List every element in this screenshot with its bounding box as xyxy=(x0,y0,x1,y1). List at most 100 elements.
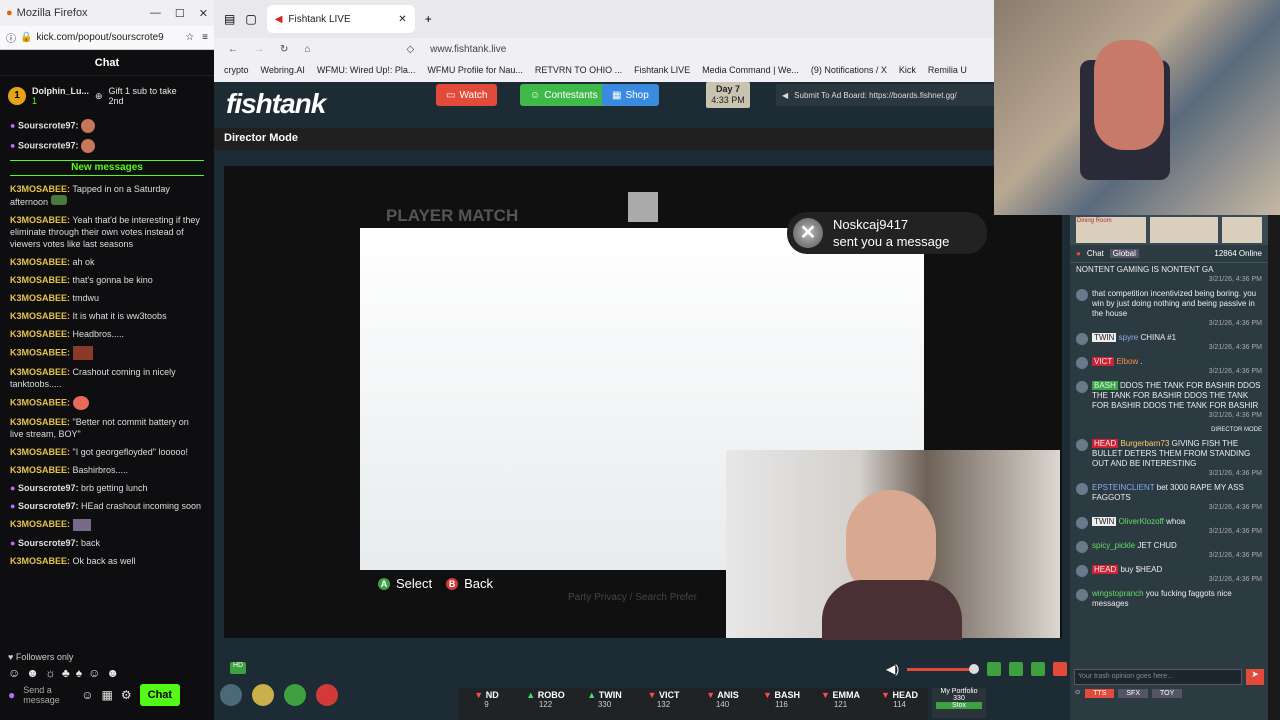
stock-item[interactable]: ▲ ROBO 122 xyxy=(521,690,570,718)
chat-username[interactable]: K3MOSABEE: xyxy=(10,556,70,566)
room-dining[interactable]: Dining Room xyxy=(1076,217,1146,243)
avatar[interactable] xyxy=(1076,333,1088,345)
chat-username[interactable]: spyre xyxy=(1119,333,1139,342)
stocks-icon[interactable] xyxy=(284,684,306,706)
contestants-button[interactable]: ☺ Contestants xyxy=(520,84,608,106)
chat-username[interactable]: K3MOSABEE: xyxy=(10,184,70,194)
forward-icon[interactable]: → xyxy=(254,44,264,55)
bookmark-item[interactable]: RETVRN TO OHIO ... xyxy=(535,65,622,75)
chat-username[interactable]: K3MOSABEE: xyxy=(10,397,70,407)
avatar[interactable] xyxy=(1076,357,1088,369)
clip-icon[interactable] xyxy=(987,662,1002,676)
emoji-icon[interactable]: ☺ xyxy=(1074,689,1081,698)
chat-username[interactable]: K3MOSABEE: xyxy=(10,215,70,225)
chat-username[interactable]: spicy_pickle xyxy=(1092,541,1135,550)
volume-icon[interactable]: ◀) xyxy=(886,662,899,676)
settings-icon[interactable] xyxy=(220,684,242,706)
toy-button[interactable]: TOY xyxy=(1152,689,1183,698)
chat-send-button[interactable]: Chat xyxy=(139,684,181,706)
emote-icon[interactable]: ♣ xyxy=(62,666,70,680)
chat-username[interactable]: Sourscrote97: xyxy=(18,120,79,130)
new-tab-icon[interactable]: + xyxy=(425,12,432,26)
avatar[interactable] xyxy=(1076,483,1088,495)
avatar[interactable] xyxy=(1076,565,1088,577)
bookmark-item[interactable]: Fishtank LIVE xyxy=(634,65,690,75)
emote-icon[interactable]: ☼ xyxy=(45,666,56,680)
sfx-button[interactable]: SFX xyxy=(1118,689,1149,698)
bookmark-item[interactable]: Remilia U xyxy=(928,65,967,75)
emote-icon[interactable]: ☺ xyxy=(8,666,20,680)
chat-username[interactable]: Sourscrote97: xyxy=(18,538,79,548)
close-icon[interactable]: ✕ xyxy=(199,7,208,20)
stox-button[interactable]: Stox xyxy=(936,702,982,709)
tab-list-icon[interactable]: ▤ xyxy=(224,12,235,26)
chat-username[interactable]: Sourscrote97: xyxy=(18,140,79,150)
chat-username[interactable]: K3MOSABEE: xyxy=(10,311,70,321)
maximize-icon[interactable]: ☐ xyxy=(175,7,185,20)
volume-knob[interactable] xyxy=(969,664,980,674)
chat-username[interactable]: K3MOSABEE: xyxy=(10,293,70,303)
room-other[interactable] xyxy=(1222,217,1262,243)
chat-username[interactable]: Burgerbarn73 xyxy=(1120,439,1169,448)
stock-item[interactable]: ▼ BASH 116 xyxy=(757,690,806,718)
stock-item[interactable]: ▼ EMMA 121 xyxy=(816,690,865,718)
emote-icon[interactable]: ♠ xyxy=(76,666,82,680)
avatar[interactable] xyxy=(1076,589,1088,601)
chat-username[interactable]: K3MOSABEE: xyxy=(10,275,70,285)
tab-fishtank[interactable]: ◀ Fishtank LIVE ✕ xyxy=(266,5,415,33)
store-icon[interactable]: ▦ xyxy=(102,688,113,702)
room-map[interactable]: Dining Room xyxy=(1070,215,1268,245)
stock-item[interactable]: ▼ VICT 132 xyxy=(639,690,688,718)
send-icon[interactable]: ➤ xyxy=(1246,669,1264,685)
avatar[interactable] xyxy=(1076,289,1088,301)
close-tab-icon[interactable]: ✕ xyxy=(398,14,406,25)
emote-icon[interactable]: ☺ xyxy=(88,666,100,680)
kick-url[interactable]: kick.com/popout/sourscrote9 xyxy=(36,32,163,43)
avatar[interactable] xyxy=(1076,381,1088,393)
volume-slider[interactable] xyxy=(907,667,974,671)
avatar[interactable] xyxy=(1076,439,1088,451)
chat-username[interactable]: wingstopranch xyxy=(1092,589,1144,598)
portfolio-widget[interactable]: My Portfolio 330 Stox xyxy=(932,688,986,718)
fullscreen-icon[interactable] xyxy=(1031,662,1046,676)
menu-icon[interactable]: ≡ xyxy=(202,32,208,43)
page-url[interactable]: www.fishtank.live xyxy=(430,44,506,55)
bookmark-item[interactable]: (9) Notifications / X xyxy=(811,65,887,75)
star-icon[interactable]: ☆ xyxy=(185,32,194,43)
kick-urlbar[interactable]: ⓘ 🔒 kick.com/popout/sourscrote9 ☆ ≡ xyxy=(0,26,214,50)
reload-icon[interactable]: ↻ xyxy=(280,44,288,55)
chat-username[interactable]: K3MOSABEE: xyxy=(10,417,70,427)
emote-icon[interactable]: ☻ xyxy=(26,666,39,680)
chat-username[interactable]: Sourscrote97: xyxy=(18,501,79,511)
coins-icon[interactable] xyxy=(252,684,274,706)
tab-overview-icon[interactable]: ▢ xyxy=(245,12,256,26)
info-icon[interactable]: ⓘ xyxy=(6,30,16,45)
chat-username[interactable]: K3MOSABEE: xyxy=(10,367,70,377)
settings-icon[interactable]: ⚙ xyxy=(121,688,132,702)
bookmark-item[interactable]: crypto xyxy=(224,65,249,75)
emote-icon[interactable]: ☻ xyxy=(106,666,119,680)
avatar[interactable] xyxy=(1076,517,1088,529)
chat-username[interactable]: K3MOSABEE: xyxy=(10,257,70,267)
bookmark-item[interactable]: Kick xyxy=(899,65,916,75)
audio-icon[interactable]: ◀ xyxy=(275,14,283,25)
chat-username[interactable]: Sourscrote97: xyxy=(18,483,79,493)
ad-board[interactable]: ◀ Submit To Ad Board: https://boards.fis… xyxy=(776,84,994,106)
chat-username[interactable]: K3MOSABEE: xyxy=(10,447,70,457)
xbox-notification[interactable]: ✕ Noskcaj9417 sent you a message xyxy=(787,212,987,254)
stock-item[interactable]: ▼ ND 9 xyxy=(462,690,511,718)
tts-button[interactable]: TTS xyxy=(1085,689,1115,698)
minimize-icon[interactable]: — xyxy=(150,7,161,20)
tab-global[interactable]: Global xyxy=(1109,249,1139,258)
site-chat-input[interactable]: Your trash opinion goes here... xyxy=(1074,669,1242,685)
back-icon[interactable]: ← xyxy=(228,44,238,55)
chat-username[interactable]: EPSTEINCLIENT xyxy=(1092,483,1155,492)
chat-username[interactable]: OliverKlozoff xyxy=(1119,517,1164,526)
shield-icon[interactable]: ◇ xyxy=(406,44,414,55)
bookmark-item[interactable]: WFMU Profile for Nau... xyxy=(427,65,523,75)
stock-item[interactable]: ▲ TWIN 330 xyxy=(580,690,629,718)
notifications-icon[interactable] xyxy=(316,684,338,706)
new-messages-divider[interactable]: New messages xyxy=(10,160,204,176)
watch-button[interactable]: ▭ Watch xyxy=(436,84,498,106)
fishtank-logo[interactable]: fishtank xyxy=(226,88,326,120)
